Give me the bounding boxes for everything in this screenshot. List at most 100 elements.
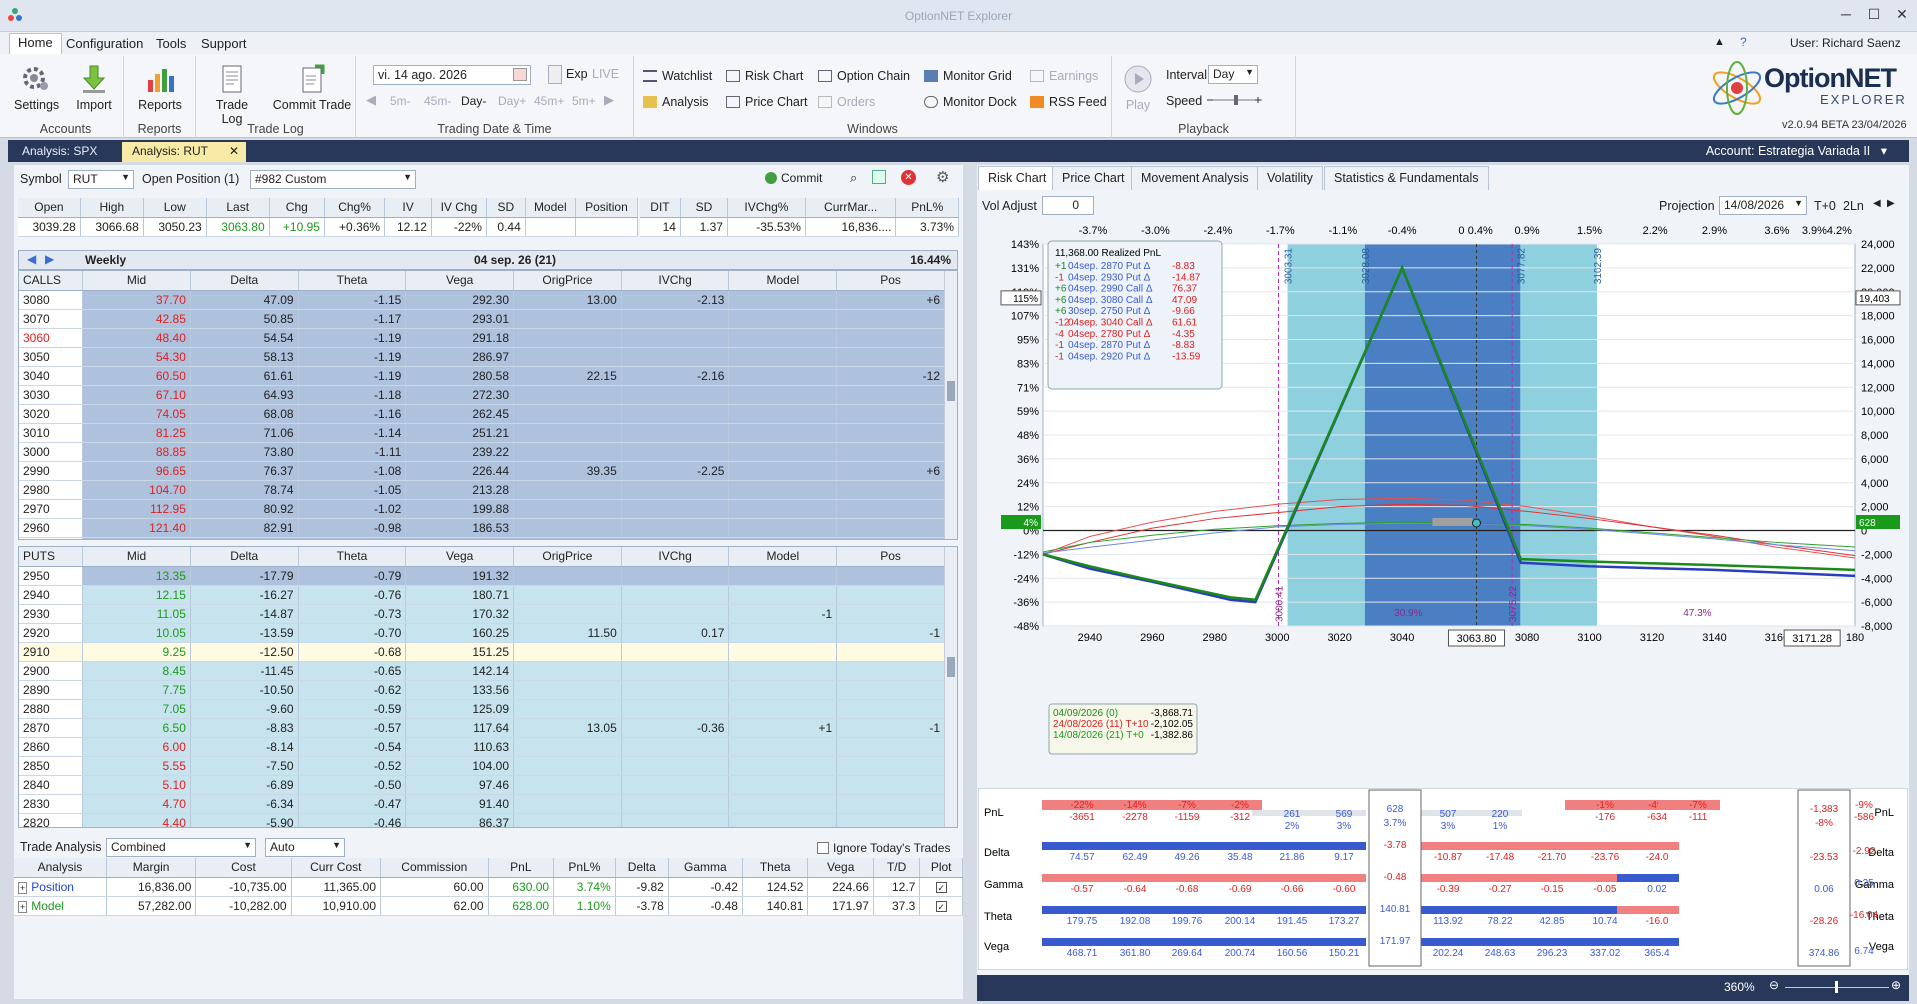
- puts-row[interactable]: 2840 5.10 -6.89 -0.50 97.46: [19, 775, 945, 795]
- analysis-button[interactable]: Analysis: [643, 95, 709, 109]
- ta-name[interactable]: + Position: [14, 877, 107, 897]
- tab-risk-chart[interactable]: Risk Chart: [978, 166, 1057, 190]
- projection-next-icon[interactable]: ▶: [1887, 198, 1895, 209]
- zoom-out-icon[interactable]: ⊖: [1769, 978, 1779, 992]
- earnings-button[interactable]: Earnings: [1030, 69, 1098, 83]
- symbol-select[interactable]: RUT ▼: [68, 170, 134, 189]
- puts-row[interactable]: 2930 11.05 -14.87 -0.73 170.32 -1: [19, 604, 945, 624]
- calls-row[interactable]: 3050 54.30 58.13 -1.19 286.97: [19, 347, 945, 367]
- risk-chart[interactable]: 3003.31 3028.08 3077.82 3102.39 24,000 143% 22…: [977, 216, 1909, 788]
- search-icon[interactable]: ⌕: [850, 170, 857, 186]
- orders-button[interactable]: Orders: [818, 95, 875, 109]
- calls-row[interactable]: 3040 60.50 61.61 -1.19 280.58 22.15 -2.16 -12: [19, 366, 945, 386]
- settings-button[interactable]: Settings: [14, 64, 59, 112]
- live-label[interactable]: LIVE: [592, 67, 619, 81]
- zoom-in-icon[interactable]: ⊕: [1891, 978, 1901, 992]
- zoom-thumb[interactable]: [1835, 981, 1838, 993]
- collapse-ribbon-icon[interactable]: ▲: [1714, 36, 1725, 48]
- step-day-forward[interactable]: Day+: [498, 94, 526, 108]
- puts-row[interactable]: 2830 4.70 -6.34 -0.47 91.40: [19, 794, 945, 814]
- puts-row[interactable]: 2870 6.50 -8.83 -0.57 117.64 13.05 -0.36 +1 -1: [19, 718, 945, 738]
- ignore-today-checkbox[interactable]: Ignore Today's Trades: [817, 841, 950, 855]
- help-icon[interactable]: ?: [1740, 35, 1747, 49]
- step-45m-back[interactable]: 45m-: [424, 94, 451, 108]
- calls-row[interactable]: 2970 112.95 80.92 -1.02 199.88: [19, 499, 945, 519]
- maximize-button[interactable]: ☐: [1859, 6, 1889, 26]
- auto-select[interactable]: Auto ▼: [265, 838, 345, 857]
- puts-row[interactable]: 2950 13.35 -17.79 -0.79 191.32: [19, 566, 945, 586]
- step-5m-back[interactable]: 5m-: [390, 94, 411, 108]
- close-button[interactable]: ✕: [1887, 6, 1917, 26]
- ta-name[interactable]: + Model: [14, 896, 107, 916]
- reports-button[interactable]: Reports: [132, 64, 188, 112]
- tab-statistics[interactable]: Statistics & Fundamentals: [1324, 166, 1489, 190]
- calls-row[interactable]: 2950130.0584.70-0.94173.53: [19, 537, 945, 539]
- calls-row[interactable]: 3020 74.05 68.08 -1.16 262.45: [19, 404, 945, 424]
- puts-row[interactable]: 2860 6.00 -8.14 -0.54 110.63: [19, 737, 945, 757]
- calls-row[interactable]: 3070 42.85 50.85 -1.17 293.01: [19, 309, 945, 329]
- step-back-icon[interactable]: ◀: [366, 92, 376, 108]
- calls-row[interactable]: 3060 48.40 54.54 -1.19 291.18: [19, 328, 945, 348]
- trade-log-button[interactable]: Trade Log: [204, 64, 260, 126]
- tab-price-chart[interactable]: Price Chart: [1052, 166, 1135, 190]
- puts-row[interactable]: 2850 5.55 -7.50 -0.52 104.00: [19, 756, 945, 776]
- tab-analysis-rut[interactable]: Analysis: RUT ✕: [122, 142, 246, 162]
- calls-row[interactable]: 3000 88.85 73.80 -1.11 239.22: [19, 442, 945, 462]
- plot-checkbox[interactable]: ✓: [919, 896, 963, 916]
- puts-row[interactable]: 2900 8.45 -11.45 -0.65 142.14: [19, 661, 945, 681]
- position-select[interactable]: #982 Custom ▼: [250, 170, 416, 189]
- commit-trade-button[interactable]: Commit Trade: [272, 64, 352, 112]
- account-label[interactable]: Account: Estrategia Variada II ▾: [1706, 143, 1887, 158]
- rss-feed-button[interactable]: RSS Feed: [1030, 95, 1107, 109]
- tab-volatility[interactable]: Volatility: [1257, 166, 1323, 190]
- option-chain-button[interactable]: Option Chain: [818, 69, 910, 83]
- commit-button[interactable]: Commit: [765, 171, 822, 185]
- calls-row[interactable]: 2960 121.40 82.91 -0.98 186.53: [19, 518, 945, 538]
- puts-scrollbar[interactable]: [944, 547, 957, 827]
- calls-row[interactable]: 3030 67.10 64.93 -1.18 272.30: [19, 385, 945, 405]
- tab-analysis-spx[interactable]: Analysis: SPX: [12, 142, 107, 162]
- puts-row[interactable]: 2910 9.25 -12.50 -0.68 151.25: [19, 642, 945, 662]
- calls-row[interactable]: 2990 96.65 76.37 -1.08 226.44 39.35 -2.25 +6: [19, 461, 945, 481]
- trade-analysis-mode-select[interactable]: Combined ▼: [106, 838, 256, 857]
- puts-row[interactable]: 2920 10.05 -13.59 -0.70 160.25 11.50 0.17 -1: [19, 623, 945, 643]
- tab-movement-analysis[interactable]: Movement Analysis: [1131, 166, 1259, 190]
- step-5m-forward[interactable]: 5m+: [572, 94, 596, 108]
- vol-adjust-input[interactable]: 0: [1042, 196, 1094, 215]
- puts-row[interactable]: 2940 12.15 -16.27 -0.76 180.71: [19, 585, 945, 605]
- monitor-grid-button[interactable]: Monitor Grid: [924, 69, 1012, 83]
- menu-configuration[interactable]: Configuration: [58, 35, 151, 52]
- puts-row[interactable]: 2820 4.40 -5.90 -0.46 86.37: [19, 813, 945, 827]
- step-forward-icon[interactable]: ▶: [604, 92, 614, 108]
- watchlist-button[interactable]: Watchlist: [643, 69, 712, 83]
- puts-row[interactable]: 2880 7.05 -9.60 -0.59 125.09: [19, 699, 945, 719]
- calls-row[interactable]: 3080 37.70 47.09 -1.15 292.30 13.00 -2.13 +6: [19, 290, 945, 310]
- calendar-icon[interactable]: [513, 68, 527, 81]
- price-chart-button[interactable]: Price Chart: [726, 95, 808, 109]
- plot-checkbox[interactable]: ✓: [919, 877, 963, 897]
- step-45m-forward[interactable]: 45m+: [534, 94, 564, 108]
- projection-date-select[interactable]: 14/08/2026 ▼: [1719, 196, 1807, 215]
- ta-row[interactable]: + Position 16,836.00 -10,735.00 11,365.00 60.…: [14, 877, 963, 897]
- speed-slider[interactable]: [1206, 94, 1264, 106]
- next-expiry-icon[interactable]: ▶: [45, 252, 54, 266]
- interval-select[interactable]: Day ▼: [1208, 65, 1258, 84]
- settings-gear-icon[interactable]: ⚙: [936, 168, 949, 186]
- calls-row[interactable]: 2980 104.70 78.74 -1.05 213.28: [19, 480, 945, 500]
- menu-support[interactable]: Support: [193, 35, 255, 52]
- monitor-dock-button[interactable]: Monitor Dock: [924, 95, 1017, 109]
- grid-add-icon[interactable]: [872, 170, 886, 184]
- import-button[interactable]: Import: [72, 64, 116, 112]
- projection-prev-icon[interactable]: ◀: [1873, 198, 1881, 209]
- date-input[interactable]: vi. 14 ago. 2026: [373, 65, 531, 85]
- menu-home[interactable]: Home: [9, 33, 62, 54]
- menu-tools[interactable]: Tools: [148, 35, 194, 52]
- step-day-back[interactable]: Day-: [461, 94, 486, 108]
- risk-chart-button[interactable]: Risk Chart: [726, 69, 803, 83]
- prev-expiry-icon[interactable]: ◀: [27, 252, 36, 266]
- close-tab-icon[interactable]: ✕: [229, 144, 239, 158]
- puts-row[interactable]: 2890 7.75 -10.50 -0.62 133.56: [19, 680, 945, 700]
- exp-toggle[interactable]: [548, 65, 562, 84]
- play-button[interactable]: Play: [1120, 64, 1156, 112]
- calls-scrollbar[interactable]: [944, 271, 957, 539]
